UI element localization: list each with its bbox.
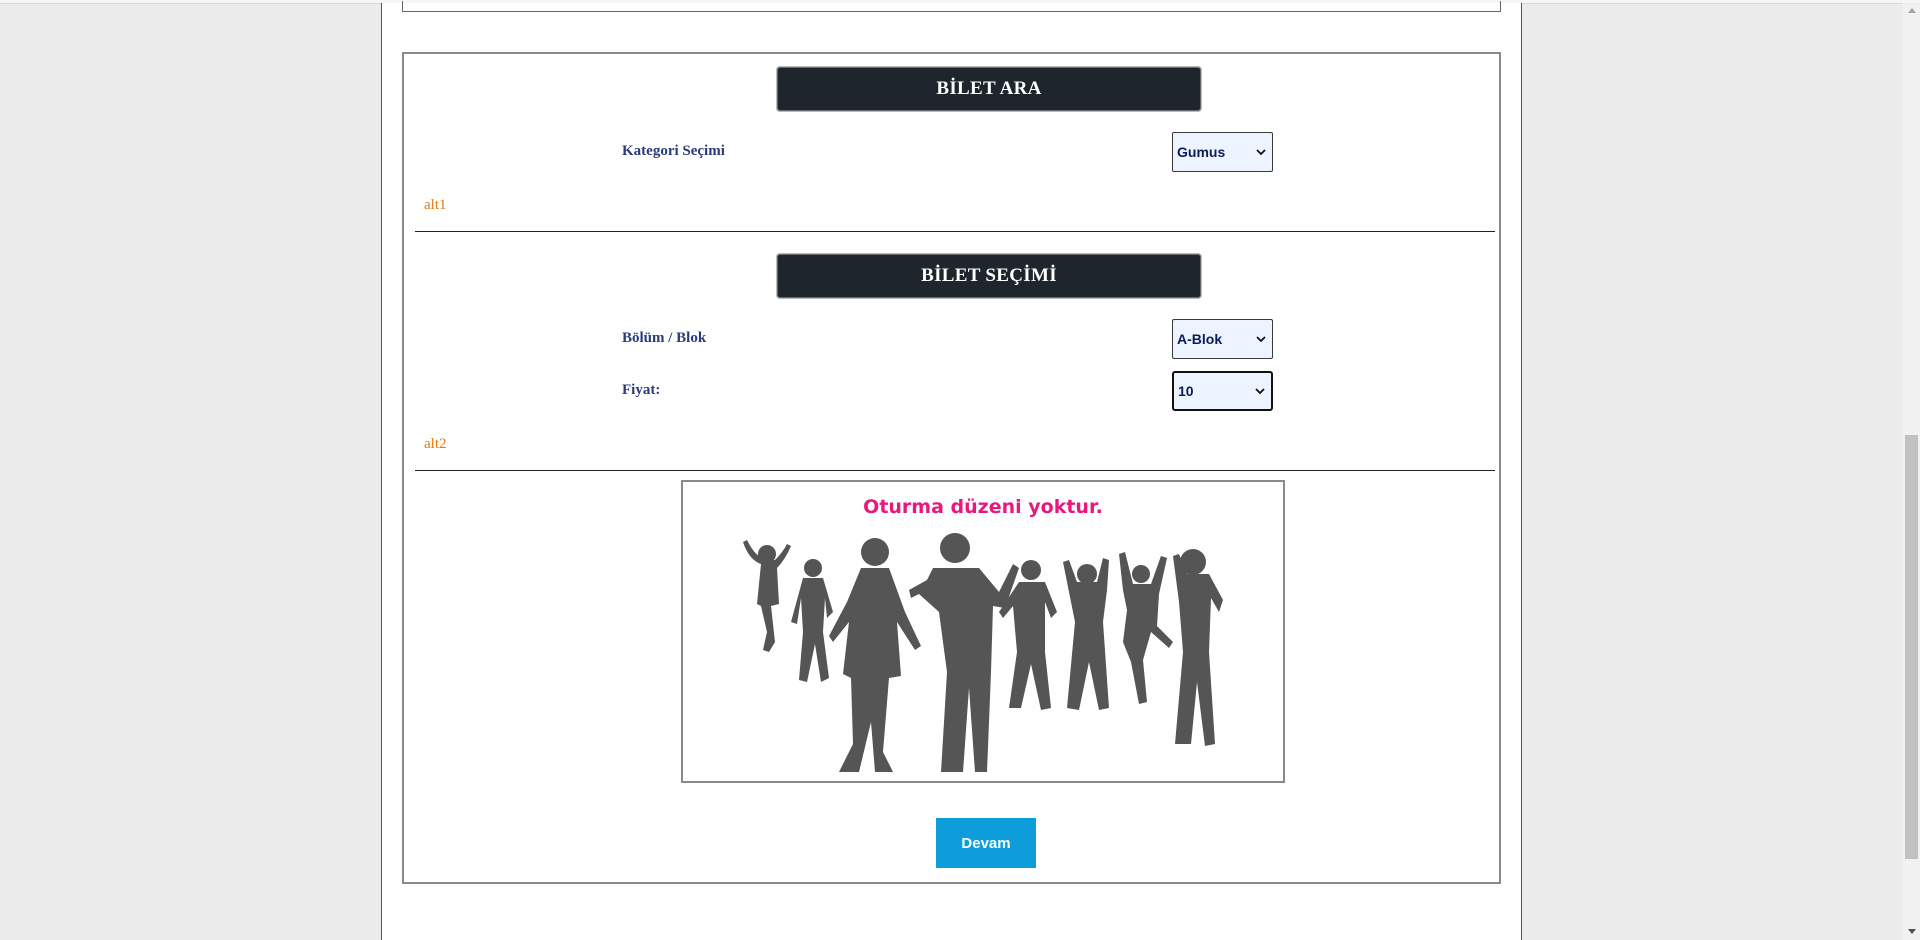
price-label: Fiyat: [622, 382, 661, 398]
page-container: BİLET ARA Kategori Seçimi Gumus alt1 BİL… [381, 1, 1522, 940]
price-select-value: 10 [1178, 383, 1194, 399]
previous-panel-edge [402, 1, 1501, 12]
continue-button[interactable]: Devam [936, 818, 1036, 868]
section-divider [415, 470, 1495, 471]
category-select-value: Gumus [1177, 144, 1226, 160]
chevron-down-icon [1253, 386, 1267, 396]
scroll-up-arrow-icon[interactable] [1903, 3, 1920, 17]
price-select[interactable]: 10 [1172, 371, 1273, 411]
category-select[interactable]: Gumus [1172, 132, 1273, 172]
category-label: Kategori Seçimi [622, 143, 725, 159]
scrollbar-thumb[interactable] [1905, 435, 1918, 859]
chevron-down-icon [1254, 147, 1268, 157]
selection-section-header: BİLET SEÇİMİ [777, 254, 1201, 298]
crowd-silhouette-graphic [743, 533, 1223, 772]
block-label: Bölüm / Blok [622, 330, 707, 346]
chevron-down-icon [1254, 334, 1268, 344]
block-select-value: A-Blok [1177, 331, 1223, 347]
search-section-header: BİLET ARA [777, 67, 1201, 111]
block-select[interactable]: A-Blok [1172, 319, 1273, 359]
vertical-scrollbar[interactable] [1903, 3, 1920, 940]
scroll-down-arrow-icon[interactable] [1903, 924, 1920, 938]
section-divider [415, 231, 1495, 232]
alt1-label: alt1 [424, 197, 447, 213]
alt2-label: alt2 [424, 436, 447, 452]
seating-image: Oturma düzeni yoktur. [681, 480, 1285, 783]
ticket-panel: BİLET ARA Kategori Seçimi Gumus alt1 BİL… [402, 52, 1501, 884]
